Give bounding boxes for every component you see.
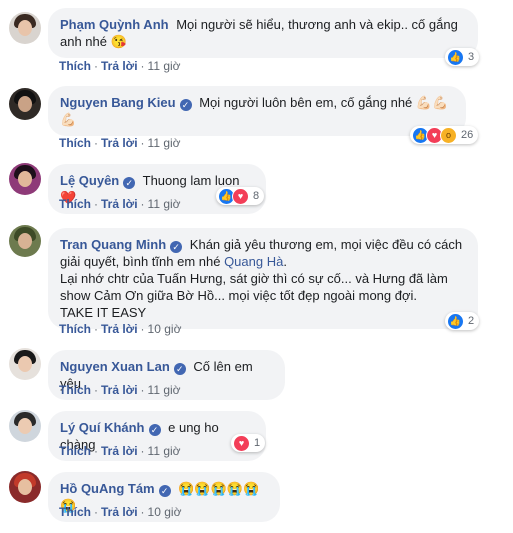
- comment-actions: Thích · Trả lời · 11 giờ: [59, 136, 181, 150]
- author-name[interactable]: Nguyen Xuan Lan: [60, 359, 170, 374]
- verified-badge-icon: ✓: [158, 485, 171, 497]
- reply-link[interactable]: Trả lời: [101, 322, 138, 336]
- mention-link[interactable]: Quang Hà: [224, 254, 283, 269]
- reaction-count: 8: [253, 190, 260, 202]
- avatar[interactable]: [9, 163, 41, 195]
- separator: ·: [140, 444, 145, 458]
- author-name[interactable]: Hồ QuAng Tám: [60, 481, 155, 496]
- separator: ·: [94, 59, 98, 73]
- reply-link[interactable]: Trả lời: [101, 444, 138, 458]
- reaction-summary[interactable]: 👍 ♥ o 26: [410, 126, 479, 144]
- timestamp[interactable]: 10 giờ: [148, 322, 182, 336]
- separator: ·: [140, 197, 145, 211]
- timestamp[interactable]: 11 giờ: [148, 383, 181, 397]
- author-name[interactable]: Lệ Quyên: [60, 173, 119, 188]
- comment-actions: Thích · Trả lời · 10 giờ: [59, 322, 181, 336]
- avatar[interactable]: [9, 225, 41, 257]
- separator: ·: [140, 322, 145, 336]
- verified-badge-icon: ✓: [123, 177, 136, 189]
- like-reaction-icon: 👍: [447, 312, 464, 330]
- timestamp[interactable]: 11 giờ: [148, 444, 181, 458]
- like-link[interactable]: Thích: [59, 136, 91, 150]
- love-reaction-icon: ♥: [233, 434, 250, 452]
- like-reaction-icon: 👍: [447, 48, 464, 66]
- avatar[interactable]: [9, 410, 41, 442]
- comment-actions: Thích · Trả lời · 11 giờ: [59, 444, 181, 458]
- reaction-count: 1: [254, 437, 261, 449]
- separator: ·: [94, 444, 98, 458]
- separator: ·: [94, 505, 98, 519]
- reaction-count: 26: [461, 129, 474, 141]
- comment-bubble: Nguyen Bang Kieu ✓ Mọi người luôn bên em,…: [48, 86, 466, 136]
- reply-link[interactable]: Trả lời: [101, 505, 138, 519]
- timestamp[interactable]: 10 giờ: [148, 505, 182, 519]
- reaction-count: 2: [468, 315, 475, 327]
- separator: ·: [140, 59, 145, 73]
- reaction-summary[interactable]: 👍 3: [445, 48, 480, 66]
- like-link[interactable]: Thích: [59, 383, 91, 397]
- reaction-summary[interactable]: ♥ 1: [231, 434, 266, 452]
- like-link[interactable]: Thích: [59, 197, 91, 211]
- author-name[interactable]: Tran Quang Minh: [60, 237, 166, 252]
- wow-reaction-icon: o: [440, 126, 457, 144]
- avatar[interactable]: [9, 88, 41, 120]
- reaction-summary[interactable]: 👍 2: [445, 312, 480, 330]
- comment-bubble: Tran Quang Minh ✓ Khán giả yêu thương em,…: [48, 228, 478, 329]
- reply-link[interactable]: Trả lời: [101, 59, 138, 73]
- comment-bubble: Phạm Quỳnh Anh Mọi người sẽ hiểu, thương…: [48, 8, 478, 58]
- avatar[interactable]: [9, 12, 41, 44]
- reaction-count: 3: [468, 51, 475, 63]
- author-name[interactable]: Lý Quí Khánh: [60, 420, 145, 435]
- comment-text-line2: Lại nhớ chtr của Tuấn Hưng, sát giờ thì …: [60, 271, 448, 303]
- avatar[interactable]: [9, 348, 41, 380]
- reply-link[interactable]: Trả lời: [101, 197, 138, 211]
- comment-actions: Thích · Trả lời · 10 giờ: [59, 505, 181, 519]
- separator: ·: [140, 136, 145, 150]
- reply-link[interactable]: Trả lời: [101, 383, 138, 397]
- separator: ·: [140, 383, 145, 397]
- comment-actions: Thích · Trả lời · 11 giờ: [59, 197, 181, 211]
- comment-actions: Thích · Trả lời · 11 giờ: [59, 383, 181, 397]
- timestamp[interactable]: 11 giờ: [148, 197, 181, 211]
- avatar[interactable]: [9, 471, 41, 503]
- comment-text-line3: TAKE IT EASY: [60, 305, 147, 320]
- verified-badge-icon: ✓: [173, 363, 186, 375]
- separator: ·: [140, 505, 145, 519]
- comment-actions: Thích · Trả lời · 11 giờ: [59, 59, 181, 73]
- timestamp[interactable]: 11 giờ: [148, 136, 181, 150]
- separator: ·: [94, 383, 98, 397]
- like-link[interactable]: Thích: [59, 505, 91, 519]
- verified-badge-icon: ✓: [148, 424, 161, 436]
- comment-text-end: .: [283, 254, 287, 269]
- separator: ·: [94, 136, 98, 150]
- like-link[interactable]: Thích: [59, 322, 91, 336]
- separator: ·: [94, 322, 98, 336]
- separator: ·: [94, 197, 98, 211]
- verified-badge-icon: ✓: [179, 99, 192, 111]
- reply-link[interactable]: Trả lời: [101, 136, 138, 150]
- like-link[interactable]: Thích: [59, 59, 91, 73]
- author-name[interactable]: Nguyen Bang Kieu: [60, 95, 176, 110]
- like-link[interactable]: Thích: [59, 444, 91, 458]
- love-reaction-icon: ♥: [232, 187, 249, 205]
- reaction-summary[interactable]: 👍 ♥ 8: [216, 187, 265, 205]
- author-name[interactable]: Phạm Quỳnh Anh: [60, 17, 169, 32]
- verified-badge-icon: ✓: [170, 241, 183, 253]
- timestamp[interactable]: 11 giờ: [148, 59, 181, 73]
